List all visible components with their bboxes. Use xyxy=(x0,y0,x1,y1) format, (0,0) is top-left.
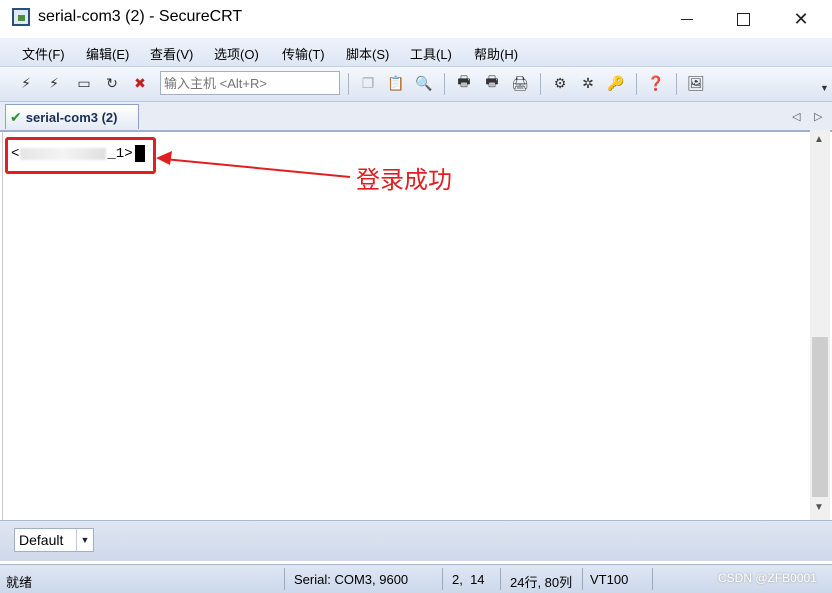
tab-scroll-left-icon[interactable]: ◁ xyxy=(792,110,800,123)
highlight-box xyxy=(5,137,156,174)
scroll-down-icon[interactable]: ▼ xyxy=(814,502,824,513)
keymap-icon[interactable]: 🔑 xyxy=(606,73,626,93)
toolbar-overflow-icon[interactable]: ▼ xyxy=(820,83,829,93)
quick-connect-icon[interactable]: ⚡ xyxy=(44,73,64,93)
status-separator xyxy=(582,568,583,590)
close-button[interactable]: ✕ xyxy=(778,0,824,38)
connect-in-tab-icon[interactable]: ▭ xyxy=(74,73,94,93)
menu-file[interactable]: 文件(F) xyxy=(22,44,65,63)
print-setup-icon[interactable]: 🖨 xyxy=(510,73,530,93)
scroll-up-icon[interactable]: ▲ xyxy=(814,134,824,145)
toolbar-separator xyxy=(540,73,541,95)
tab-scroll-right-icon[interactable]: ▷ xyxy=(814,110,822,123)
status-separator xyxy=(500,568,501,590)
status-connection: Serial: COM3, 9600 xyxy=(294,572,409,587)
toolbar-separator xyxy=(444,73,445,95)
status-separator xyxy=(284,568,285,590)
menu-options[interactable]: 选项(O) xyxy=(214,44,259,63)
annotation-arrow-head xyxy=(156,151,172,165)
status-ready: 就绪 xyxy=(6,575,33,590)
status-separator xyxy=(442,568,443,590)
minimize-button[interactable] xyxy=(664,0,710,38)
session-options-icon[interactable]: ⚙ xyxy=(550,73,570,93)
toolbar-separator xyxy=(636,73,637,95)
menu-view[interactable]: 查看(V) xyxy=(150,44,193,63)
toolbar: ⚡ ⚡ ▭ ↻ ✖ ❐ 📋 🔍 🖶 🖶 🖨 ⚙ ✲ 🔑 ❓ 🖼 ▼ xyxy=(0,67,832,102)
session-select-value: Default xyxy=(19,532,64,548)
connect-icon[interactable]: ⚡ xyxy=(16,73,36,93)
csdn-watermark: CSDN @ZFB0001 xyxy=(718,571,817,585)
status-separator xyxy=(652,568,653,590)
tab-strip: ✔ serial-com3 (2) ◁ ▷ xyxy=(0,102,832,132)
copy-icon[interactable]: ❐ xyxy=(358,73,378,93)
global-options-icon[interactable]: ✲ xyxy=(578,73,598,93)
scrollbar-thumb[interactable] xyxy=(812,337,828,497)
title-bar: serial-com3 (2) - SecureCRT ✕ xyxy=(0,0,832,38)
connected-check-icon: ✔ xyxy=(10,108,22,125)
close-icon: ✕ xyxy=(793,8,809,29)
securecrt-app-icon xyxy=(12,8,30,26)
status-emulation: VT100 xyxy=(590,572,629,587)
annotation-arrow-line xyxy=(163,158,351,178)
menu-transfer[interactable]: 传输(T) xyxy=(282,44,325,63)
screen-capture-icon[interactable]: 🖼 xyxy=(686,73,706,93)
maximize-button[interactable] xyxy=(720,0,766,38)
disconnect-icon[interactable]: ✖ xyxy=(130,73,150,93)
status-cursor-position: 2, 14 xyxy=(452,572,485,587)
securecrt-window: serial-com3 (2) - SecureCRT ✕ 文件(F) 编辑(E… xyxy=(0,0,832,593)
vertical-scrollbar[interactable]: ▲ ▼ xyxy=(810,130,830,520)
menu-edit[interactable]: 编辑(E) xyxy=(86,44,129,63)
menu-help[interactable]: 帮助(H) xyxy=(474,44,518,63)
tab-label: serial-com3 (2) xyxy=(25,109,118,125)
host-input[interactable] xyxy=(160,71,340,95)
annotation-arrow xyxy=(156,151,351,178)
print-icon[interactable]: 🖶 xyxy=(454,73,474,93)
paste-icon[interactable]: 📋 xyxy=(386,73,406,93)
session-select[interactable]: Default ▼ xyxy=(14,528,94,552)
command-bar: Default ▼ xyxy=(0,520,832,561)
menu-bar: 文件(F) 编辑(E) 查看(V) 选项(O) 传输(T) 脚本(S) 工具(L… xyxy=(0,38,832,67)
print-selection-icon[interactable]: 🖶 xyxy=(482,73,502,93)
minimize-icon xyxy=(681,18,693,20)
menu-tools[interactable]: 工具(L) xyxy=(410,44,452,63)
toolbar-separator xyxy=(348,73,349,95)
maximize-icon xyxy=(736,12,750,26)
status-size: 24行, 80列 xyxy=(510,575,573,590)
reconnect-icon[interactable]: ↻ xyxy=(102,73,122,93)
menu-script[interactable]: 脚本(S) xyxy=(346,44,389,63)
window-title: serial-com3 (2) - SecureCRT xyxy=(38,8,243,25)
find-icon[interactable]: 🔍 xyxy=(414,73,434,93)
help-icon[interactable]: ❓ xyxy=(646,73,666,93)
tab-serial-com3[interactable]: ✔ serial-com3 (2) xyxy=(5,104,139,129)
dropdown-arrow-icon[interactable]: ▼ xyxy=(76,529,93,551)
status-bar: 就绪 Serial: COM3, 9600 2, 14 24行, 80列 VT1… xyxy=(0,564,832,593)
annotation-login-success: 登录成功 xyxy=(356,166,452,194)
toolbar-separator xyxy=(676,73,677,95)
